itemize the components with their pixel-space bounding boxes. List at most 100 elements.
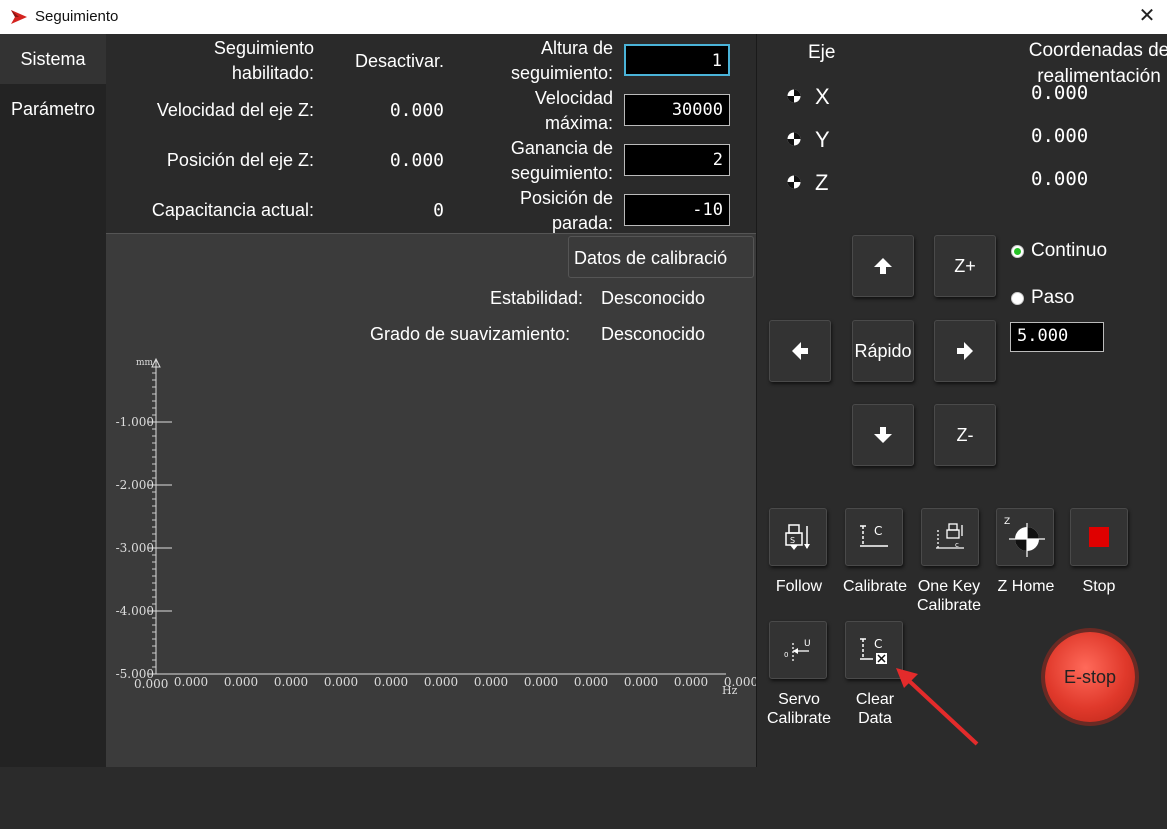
- follow-gain-label: Ganancia de seguimiento:: [453, 136, 613, 186]
- svg-text:U: U: [804, 639, 811, 649]
- x-tick-label: 0.000: [424, 675, 458, 689]
- servo-calibrate-button[interactable]: 0 U: [769, 621, 827, 679]
- servo-calibrate-label-line2: Calibrate: [766, 710, 832, 727]
- calibration-area: Datos de calibració Estabilidad: Descono…: [106, 234, 756, 767]
- stability-value: Desconocido: [601, 288, 706, 308]
- stop-button[interactable]: [1070, 508, 1128, 566]
- arrow-right-icon: [957, 342, 973, 360]
- continuous-label: Continuo: [1031, 240, 1108, 261]
- one-key-calibrate-label: One Key Calibrate: [909, 577, 989, 615]
- smoothing-label: Grado de suavizamiento:: [370, 324, 571, 344]
- stop-position-input[interactable]: -10: [624, 194, 730, 226]
- arrow-up-icon: [874, 258, 892, 274]
- y-tick-label: -3.000: [116, 541, 154, 555]
- follow-enabled-label-line2: habilitado:: [231, 63, 314, 83]
- axis-z-value: 0.000: [1031, 168, 1089, 190]
- follow-icon: S: [785, 524, 810, 550]
- servo-calibrate-label: Servo Calibrate: [759, 690, 839, 728]
- stop-label: Stop: [1082, 578, 1116, 595]
- follow-height-label-line1: Altura de: [540, 38, 613, 58]
- calibrate-button[interactable]: C: [845, 508, 903, 566]
- z-home-label: Z Home: [997, 578, 1055, 595]
- stop-position-label: Posición de parada:: [453, 186, 613, 236]
- annotation-arrow: [896, 668, 979, 746]
- x-tick-label: 0.000: [724, 675, 756, 689]
- jog-left-button[interactable]: [769, 320, 831, 382]
- follow-height-label-line2: seguimiento:: [510, 63, 613, 83]
- step-value-input[interactable]: 5.000: [1010, 322, 1104, 352]
- title-bar: Seguimiento ✕: [0, 0, 1167, 34]
- rapid-button[interactable]: Rápido: [852, 320, 914, 382]
- x-tick-label: 0.000: [174, 675, 208, 689]
- continuous-radio[interactable]: [1011, 245, 1024, 258]
- y-axis-label: mm: [136, 358, 154, 368]
- follow-gain-label-line1: Ganancia de: [510, 138, 613, 158]
- axis-x-indicator-icon: [787, 89, 801, 103]
- step-radio[interactable]: [1011, 292, 1024, 305]
- close-icon[interactable]: ✕: [1135, 4, 1159, 28]
- z-home-icon: Z: [1004, 517, 1045, 557]
- follow-gain-input[interactable]: 2: [624, 144, 730, 176]
- servo-calibrate-label-line1: Servo: [778, 691, 820, 708]
- x-tick-label: 0.000: [324, 675, 358, 689]
- max-speed-input[interactable]: 30000: [624, 94, 730, 126]
- feedback-coord-header-line1: Coordenadas de: [1028, 40, 1167, 61]
- follow-enabled-label-line1: Seguimiento: [213, 38, 314, 58]
- axis-x-value: 0.000: [1031, 82, 1089, 104]
- servo-calibrate-icon: 0 U: [784, 639, 811, 661]
- arrow-down-icon: [874, 427, 892, 443]
- jog-zplus-button[interactable]: Z+: [934, 235, 996, 297]
- y-tick-label: -4.000: [116, 604, 154, 618]
- svg-text:0: 0: [784, 651, 788, 659]
- follow-enabled-value: Desactivar.: [354, 51, 444, 71]
- follow-height-input[interactable]: 1: [624, 44, 730, 76]
- axis-y-indicator-icon: [787, 132, 801, 146]
- x-tick-label: 0.000: [574, 675, 608, 689]
- capacitance-label: Capacitancia actual:: [151, 200, 314, 220]
- calibrate-icon: C: [860, 524, 888, 547]
- axis-x-label: X: [815, 84, 830, 109]
- jog-up-button[interactable]: [852, 235, 914, 297]
- y-tick-label: -1.000: [116, 415, 154, 429]
- svg-text:C: C: [874, 637, 882, 651]
- jog-zminus-button[interactable]: Z-: [934, 404, 996, 466]
- svg-text:Z: Z: [1004, 517, 1010, 527]
- calibration-data-button[interactable]: Datos de calibració: [568, 236, 754, 278]
- calibrate-label: Calibrate: [842, 578, 908, 595]
- axis-z-indicator-icon: [787, 175, 801, 189]
- sidebar-item-parametro[interactable]: Parámetro: [0, 84, 106, 134]
- arrow-left-icon: [792, 342, 808, 360]
- follow-enabled-label: Seguimiento habilitado:: [114, 36, 314, 86]
- stability-label: Estabilidad:: [490, 288, 584, 308]
- svg-text:C: C: [874, 524, 882, 538]
- x-tick-label: 0.000: [674, 675, 708, 689]
- jog-down-button[interactable]: [852, 404, 914, 466]
- z-speed-label: Velocidad del eje Z:: [156, 100, 314, 120]
- jog-right-button[interactable]: [934, 320, 996, 382]
- x-tick-label: 0.000: [374, 675, 408, 689]
- svg-text:c: c: [955, 541, 959, 549]
- x-tick-label: 0.000: [274, 675, 308, 689]
- stop-icon: [1089, 527, 1109, 547]
- estop-button[interactable]: E-stop: [1045, 632, 1135, 722]
- z-position-label: Posición del eje Z:: [166, 150, 314, 170]
- status-panel: Seguimiento habilitado: Desactivar. Velo…: [106, 34, 756, 234]
- sidebar-item-sistema[interactable]: Sistema: [0, 34, 106, 84]
- x-tick-label: 0.000: [224, 675, 258, 689]
- max-speed-label-line1: Velocidad: [534, 88, 613, 108]
- follow-gain-label-line2: seguimiento:: [510, 163, 613, 183]
- axis-y-value: 0.000: [1031, 125, 1089, 147]
- svg-text:S: S: [790, 536, 795, 545]
- stop-position-label-line1: Posición de: [519, 188, 613, 208]
- axis-header: Eje: [808, 42, 836, 63]
- one-key-calibrate-label-line2: Calibrate: [916, 597, 982, 614]
- follow-label: Follow: [775, 578, 823, 595]
- step-label: Paso: [1031, 287, 1075, 308]
- max-speed-label-line2: máxima:: [544, 113, 613, 133]
- follow-button[interactable]: S: [769, 508, 827, 566]
- z-home-button[interactable]: Z: [996, 508, 1054, 566]
- sidebar: Sistema Parámetro: [0, 34, 106, 767]
- one-key-calibrate-button[interactable]: c: [921, 508, 979, 566]
- window-title: Seguimiento: [35, 8, 119, 25]
- calibration-chart: mmHz-1.000-2.000-3.000-4.000-5.0000.000 0…: [116, 357, 756, 697]
